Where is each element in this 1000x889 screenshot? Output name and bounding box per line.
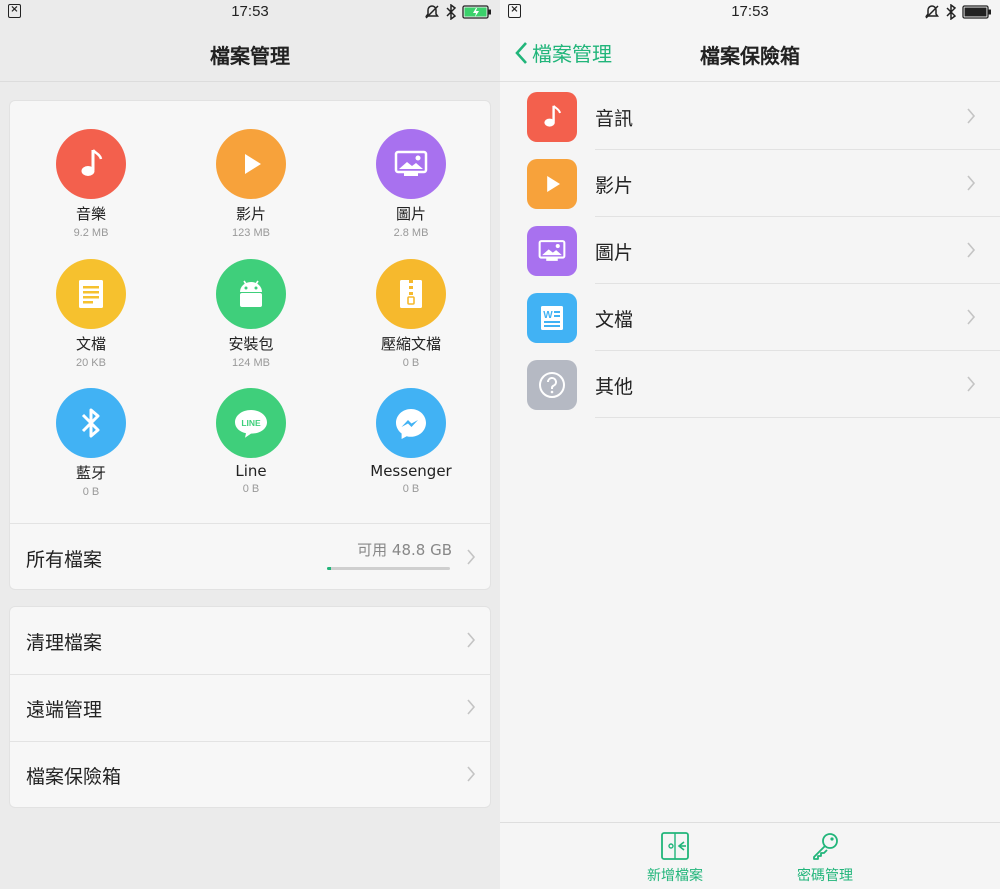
remote-management-label: 遠端管理 (26, 699, 103, 721)
category-label: 安裝包 (228, 335, 274, 353)
question-icon (527, 360, 577, 410)
tools-card: 清理檔案 遠端管理 檔案保險箱 (9, 606, 491, 808)
music-note-icon (527, 92, 577, 142)
category-documents[interactable]: 文檔 20 KB (10, 259, 172, 369)
chevron-right-icon (967, 242, 976, 258)
play-icon (216, 129, 286, 199)
category-size: 20 KB (76, 357, 106, 369)
status-bar: × 17:53 (500, 0, 1000, 24)
category-label: Messenger (370, 462, 452, 480)
page-title: 檔案管理 (210, 44, 290, 68)
category-pictures[interactable]: 圖片 2.8 MB (330, 129, 492, 239)
navigation-bar: 檔案管理 (0, 24, 500, 82)
navigation-bar: 檔案管理 檔案保險箱 (500, 24, 1000, 82)
category-label: 壓縮文檔 (380, 335, 441, 353)
chevron-right-icon (967, 309, 976, 325)
add-file-icon (661, 832, 689, 860)
add-file-label: 新增檔案 (647, 868, 703, 884)
document-icon (56, 259, 126, 329)
status-bar: × 17:53 (0, 0, 500, 24)
bottom-toolbar: 新增檔案 密碼管理 (500, 822, 1000, 889)
category-size: 9.2 MB (73, 227, 109, 239)
category-bluetooth[interactable]: 藍牙 0 B (10, 388, 172, 498)
word-document-icon: W (527, 293, 577, 343)
chevron-right-icon (467, 549, 476, 565)
mute-bell-icon (425, 5, 439, 19)
battery-icon (962, 5, 991, 19)
all-files-label: 所有檔案 (26, 549, 103, 571)
chevron-right-icon (467, 632, 476, 648)
bluetooth-status-icon (946, 4, 956, 20)
category-label: 藍牙 (75, 464, 106, 482)
category-apk[interactable]: 安裝包 124 MB (170, 259, 332, 369)
storage-available: 可用 48.8 GB (357, 541, 452, 559)
chevron-right-icon (967, 175, 976, 191)
file-vault-row[interactable]: 檔案保險箱 (10, 741, 490, 808)
svg-text:LINE: LINE (241, 418, 261, 428)
vault-item-label: 圖片 (595, 242, 634, 264)
category-size: 124 MB (232, 357, 270, 369)
add-file-button[interactable]: 新增檔案 (625, 831, 725, 885)
page-title: 檔案保險箱 (700, 44, 800, 68)
vault-item-label: 文檔 (595, 309, 634, 331)
vault-item-documents[interactable]: W 文檔 (500, 284, 1000, 351)
password-management-button[interactable]: 密碼管理 (775, 831, 875, 885)
vault-item-other[interactable]: 其他 (500, 351, 1000, 418)
divider (595, 417, 1000, 418)
picture-icon (527, 226, 577, 276)
category-size: 123 MB (232, 227, 270, 239)
messenger-icon (376, 388, 446, 458)
file-vault-label: 檔案保險箱 (26, 766, 122, 788)
password-management-label: 密碼管理 (797, 868, 853, 884)
mute-bell-icon (925, 5, 939, 19)
play-icon (527, 159, 577, 209)
category-card: 音樂 9.2 MB 影片 123 MB 圖片 2.8 MB 文檔 20 KB 安… (9, 100, 491, 590)
category-label: 文檔 (75, 335, 106, 353)
category-size: 2.8 MB (393, 227, 429, 239)
category-label: Line (235, 462, 267, 480)
vault-item-label: 影片 (595, 175, 634, 197)
storage-indicator: 可用 48.8 GB (327, 539, 452, 570)
vault-item-label: 其他 (595, 376, 634, 398)
bluetooth-status-icon (446, 4, 456, 20)
category-size: 0 B (82, 486, 100, 498)
category-size: 0 B (402, 483, 420, 495)
clean-files-label: 清理檔案 (26, 632, 103, 654)
category-label: 圖片 (395, 205, 426, 223)
vault-item-video[interactable]: 影片 (500, 150, 1000, 217)
storage-bar-fill (327, 567, 331, 570)
svg-text:W: W (543, 310, 553, 321)
zip-icon (376, 259, 446, 329)
file-manager-pane: × 17:53 檔案管理 音樂 9.2 MB 影片 123 MB 圖片 2.8 … (0, 0, 500, 889)
vault-item-audio[interactable]: 音訊 (500, 83, 1000, 150)
file-vault-pane: × 17:53 檔案管理 檔案保險箱 音訊 影片 圖片 W 文檔 其他 新增檔案… (500, 0, 1000, 889)
category-line[interactable]: LINE Line 0 B (170, 388, 332, 495)
android-icon (216, 259, 286, 329)
chevron-right-icon (467, 766, 476, 782)
vault-item-pictures[interactable]: 圖片 (500, 217, 1000, 284)
category-music[interactable]: 音樂 9.2 MB (10, 129, 172, 239)
vault-item-label: 音訊 (595, 108, 634, 130)
category-size: 0 B (402, 357, 420, 369)
category-messenger[interactable]: Messenger 0 B (330, 388, 492, 495)
chevron-right-icon (467, 699, 476, 715)
chevron-right-icon (967, 376, 976, 392)
all-files-row[interactable]: 所有檔案 可用 48.8 GB (10, 524, 490, 591)
chevron-right-icon (967, 108, 976, 124)
category-label: 影片 (235, 205, 266, 223)
bluetooth-icon (56, 388, 126, 458)
clean-files-row[interactable]: 清理檔案 (10, 607, 490, 674)
category-label: 音樂 (75, 205, 106, 223)
key-icon (813, 833, 838, 860)
music-note-icon (56, 129, 126, 199)
category-video[interactable]: 影片 123 MB (170, 129, 332, 239)
category-archives[interactable]: 壓縮文檔 0 B (330, 259, 492, 369)
storage-bar (327, 567, 450, 570)
category-size: 0 B (242, 483, 260, 495)
picture-icon (376, 129, 446, 199)
battery-charging-icon (462, 5, 491, 19)
line-icon: LINE (216, 388, 286, 458)
remote-management-row[interactable]: 遠端管理 (10, 674, 490, 741)
